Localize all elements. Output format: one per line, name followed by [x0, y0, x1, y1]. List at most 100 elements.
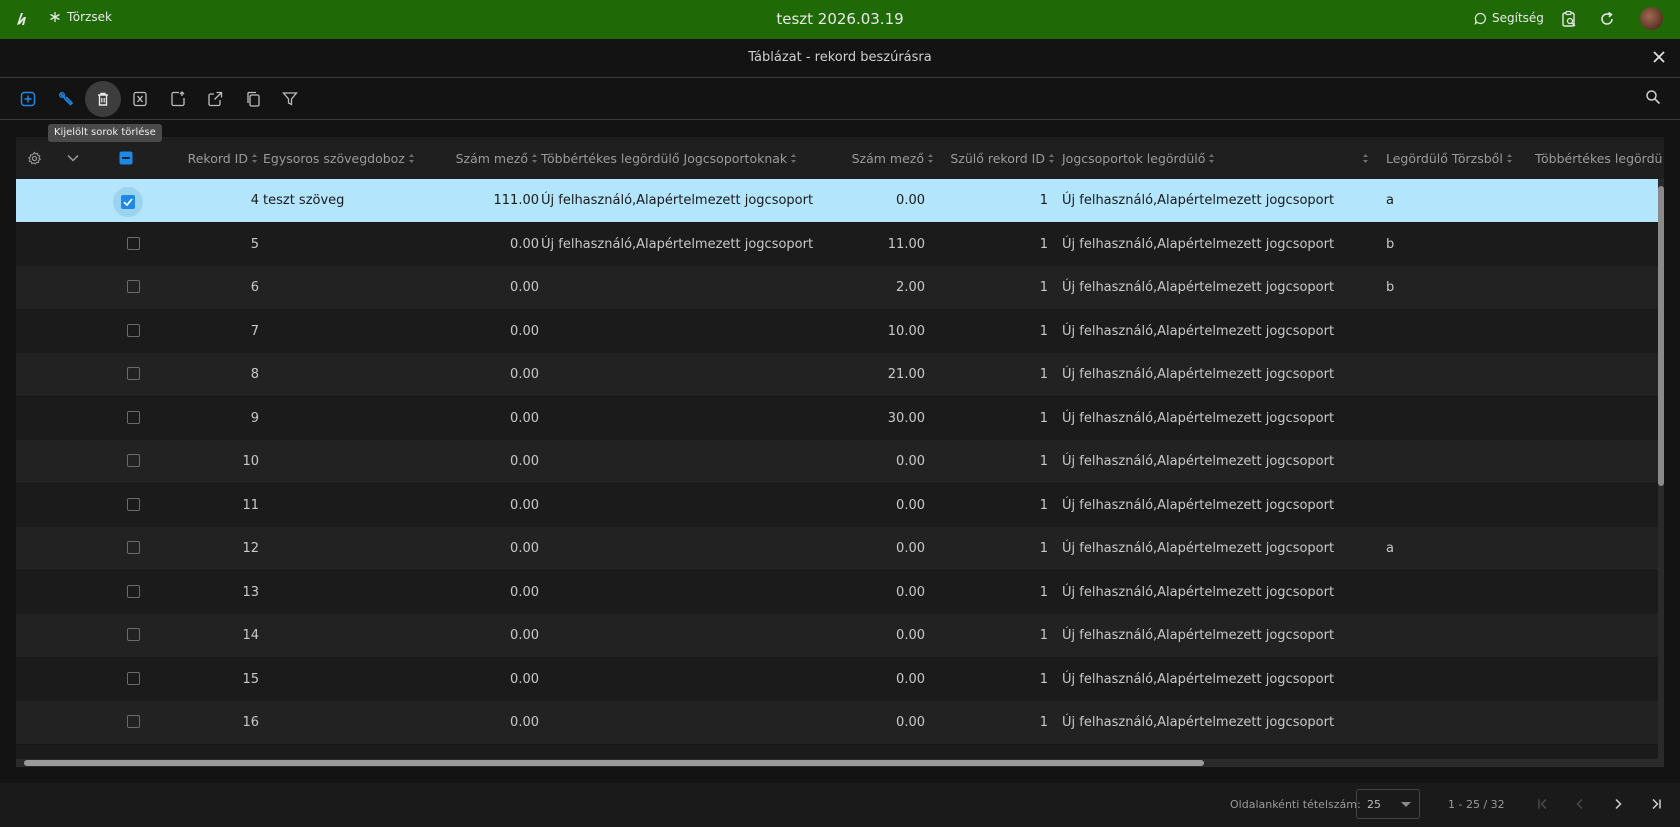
row-checkbox[interactable] — [127, 280, 140, 293]
import-button[interactable] — [160, 81, 196, 117]
table-row[interactable]: 4 teszt szöveg 111.00 Új felhasználó,Alapér… — [16, 179, 1658, 223]
cell-szam-mezo-1: 0.00 — [510, 628, 539, 643]
row-checkbox[interactable] — [127, 541, 140, 554]
header-jogcsoportok[interactable]: Jogcsoportok legördülő — [1062, 137, 1242, 179]
table-row[interactable]: 13 0.00 0.00 1 Új felhasználó,Alapértelmezet… — [16, 570, 1658, 615]
file-import-icon — [170, 91, 186, 107]
clipboard-search-icon[interactable] — [1560, 10, 1578, 28]
page-size-select[interactable]: 25 — [1356, 789, 1420, 819]
refresh-icon[interactable] — [1598, 10, 1616, 28]
copy-button[interactable] — [235, 81, 271, 117]
table-header: Rekord ID Egysoros szövegdoboz Szám mező… — [16, 137, 1664, 180]
cell-jogcsoportok: Új felhasználó,Alapértelmezett jogcsopor… — [1062, 323, 1335, 339]
first-page-icon[interactable] — [1536, 797, 1550, 811]
table-row[interactable]: 14 0.00 0.00 1 Új felhasználó,Alapértelmezet… — [16, 614, 1658, 658]
cell-szam-mezo-1: 0.00 — [510, 454, 539, 469]
last-page-icon[interactable] — [1649, 797, 1663, 811]
cell-szulo-rekord-id: 1 — [1039, 367, 1048, 382]
table-row[interactable]: 15 0.00 0.00 1 Új felhasználó,Alapértelmezet… — [16, 657, 1658, 702]
row-checkbox[interactable] — [127, 410, 140, 424]
cell-szam-mezo-2: 0.00 — [896, 193, 925, 208]
cell-jogcsoportok: Új felhasználó,Alapértelmezett jogcsopor… — [1062, 193, 1335, 208]
header-tobbertekes-2[interactable]: Többértékes legördü — [1535, 137, 1664, 179]
table-row[interactable]: 5 0.00 Új felhasználó,Alapértelmezett jogc… — [16, 222, 1658, 267]
table-row[interactable]: 11 0.00 0.00 1 Új felhasználó,Alapértelmezet… — [16, 483, 1658, 528]
header-egysoros[interactable]: Egysoros szövegdoboz — [263, 137, 435, 179]
horizontal-scroll-thumb[interactable] — [24, 760, 1204, 766]
row-checkbox[interactable] — [127, 367, 140, 380]
cell-rekord-id: 5 — [250, 236, 259, 252]
table-row[interactable]: 10 0.00 0.00 1 Új felhasználó,Alapértelmezet… — [16, 440, 1658, 484]
cell-szam-mezo-1: 111.00 — [493, 193, 540, 208]
cell-legordulo-torzsbol — [1386, 614, 1526, 657]
previous-page-icon[interactable] — [1573, 797, 1587, 811]
edit-tool-button[interactable] — [48, 81, 84, 117]
open-external-button[interactable] — [197, 81, 233, 117]
header-szam-mezo-2[interactable]: Szám mező — [831, 137, 935, 179]
cell-szulo-rekord-id: 1 — [1039, 280, 1048, 295]
cell-rekord-id: 15 — [242, 671, 259, 687]
search-icon[interactable] — [1645, 89, 1661, 105]
nav-torzsek[interactable]: Törzsek — [49, 10, 112, 24]
row-checkbox[interactable] — [127, 671, 140, 685]
row-checkbox[interactable] — [127, 454, 140, 467]
cell-legordulo-torzsbol — [1386, 484, 1526, 527]
checkbox-checked-icon — [121, 195, 135, 209]
row-checkbox[interactable] — [127, 584, 140, 598]
table-row[interactable]: 12 0.00 0.00 1 Új felhasználó,Alapértelmezet… — [16, 527, 1658, 571]
sort-icon — [1362, 153, 1370, 164]
delete-selected-button[interactable] — [85, 81, 121, 117]
header-blank-sort[interactable] — [1359, 137, 1377, 179]
add-record-button[interactable] — [10, 81, 46, 117]
header-szam-mezo-1[interactable]: Szám mező — [436, 137, 539, 179]
cell-szam-mezo-2: 11.00 — [887, 236, 925, 252]
cell-szam-mezo-2: 0.00 — [896, 584, 925, 600]
page-size-label: Oldalankénti tételszám: — [1230, 798, 1361, 811]
cell-szam-mezo-2: 21.00 — [887, 367, 925, 382]
app-logo-icon[interactable] — [14, 10, 32, 28]
table-row[interactable]: 6 0.00 2.00 1 Új felhasználó,Alapértelmezett… — [16, 266, 1658, 310]
select-all-checkbox[interactable] — [119, 137, 133, 179]
header-rekord-id[interactable]: Rekord ID — [144, 137, 259, 179]
cell-szam-mezo-1: 0.00 — [510, 410, 539, 426]
table-row[interactable]: 7 0.00 10.00 1 Új felhasználó,Alapértelmezet… — [16, 309, 1658, 354]
page-title: teszt 2026.03.19 — [776, 10, 904, 28]
page-size-value: 25 — [1367, 798, 1381, 811]
sort-icon — [408, 153, 416, 164]
cell-legordulo-torzsbol — [1386, 701, 1526, 744]
vertical-scroll-thumb[interactable] — [1658, 186, 1664, 486]
cell-rekord-id: 10 — [242, 454, 259, 469]
close-icon[interactable] — [1652, 50, 1666, 64]
cell-jogcsoportok: Új felhasználó,Alapértelmezett jogcsopor… — [1062, 628, 1335, 643]
help-button[interactable]: Segítség — [1474, 11, 1544, 25]
row-checkbox[interactable] — [127, 236, 140, 250]
cell-jogcsoportok: Új felhasználó,Alapértelmezett jogcsopor… — [1062, 584, 1335, 600]
header-legordulo-torzsbol[interactable]: Legördülő Törzsből — [1386, 137, 1536, 179]
header-szulo-rekord-id[interactable]: Szülő rekord ID — [938, 137, 1056, 179]
table-row[interactable]: 16 0.00 0.00 1 Új felhasználó,Alapértelmezet… — [16, 701, 1658, 745]
row-checkbox[interactable] — [127, 628, 140, 641]
column-settings-icon[interactable] — [27, 137, 42, 179]
vertical-scrollbar[interactable] — [1658, 180, 1664, 765]
cell-szam-mezo-1: 0.00 — [510, 323, 539, 339]
cell-tobbertekes — [541, 571, 826, 614]
avatar[interactable] — [1640, 7, 1663, 30]
expand-chevron-icon[interactable] — [66, 137, 80, 179]
row-checkbox[interactable] — [127, 497, 140, 511]
horizontal-scrollbar[interactable] — [16, 759, 1664, 767]
cell-rekord-id: 6 — [250, 280, 259, 295]
table-row[interactable]: 9 0.00 30.00 1 Új felhasználó,Alapértelmezet… — [16, 396, 1658, 441]
row-checkbox[interactable] — [127, 323, 140, 337]
filter-button[interactable] — [272, 81, 308, 117]
cell-rekord-id: 4 — [250, 193, 259, 208]
cell-szam-mezo-1: 0.00 — [510, 584, 539, 600]
row-checkbox[interactable] — [113, 187, 143, 217]
header-tobbertekes[interactable]: Többértékes legördülő Jogcsoportoknak — [541, 137, 826, 179]
row-checkbox[interactable] — [127, 715, 140, 728]
cell-szam-mezo-2: 2.00 — [896, 280, 925, 295]
table-row[interactable]: 8 0.00 21.00 1 Új felhasználó,Alapértelmezet… — [16, 353, 1658, 397]
export-excel-button[interactable] — [122, 81, 158, 117]
cell-legordulo-torzsbol: b — [1386, 280, 1395, 295]
next-page-icon[interactable] — [1611, 797, 1625, 811]
dialog-title: Táblázat - rekord beszúrásra — [748, 50, 932, 65]
